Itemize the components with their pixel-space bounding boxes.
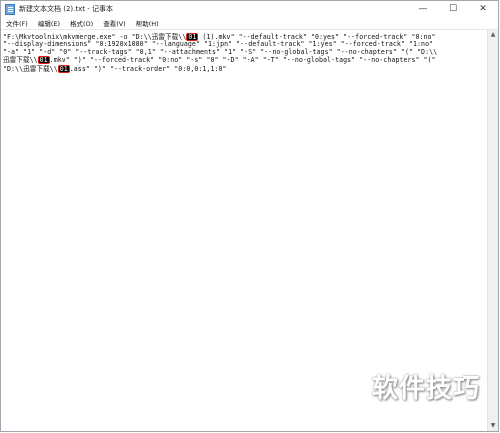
maximize-icon: ☐ <box>448 4 458 14</box>
menu-view[interactable]: 查看(V) <box>98 18 131 28</box>
title-bar[interactable]: 新建文本文档 (2).txt - 记事本 — ☐ ✕ <box>1 1 498 17</box>
window-controls: — ☐ ✕ <box>408 1 498 17</box>
text-segment: .mkv" ")" "--forced-track" "0:no" "-s" "… <box>49 56 436 65</box>
close-button[interactable]: ✕ <box>468 1 498 17</box>
text-segment: 迅雷下载\\ <box>3 56 38 65</box>
text-line: 迅雷下载\\ 01 .mkv" ")" "--forced-track" "0:no… <box>3 56 485 65</box>
minimize-icon: — <box>418 4 428 14</box>
text-segment: "D:\\迅雷下载\\ <box>3 64 58 73</box>
highlighted-episode-number: 01 <box>37 56 50 65</box>
highlighted-episode-number: 01 <box>57 64 70 73</box>
close-icon: ✕ <box>479 4 487 14</box>
menu-help[interactable]: 帮助(H) <box>131 18 164 28</box>
notepad-icon <box>5 3 15 15</box>
menu-format[interactable]: 格式(O) <box>65 18 98 28</box>
vertical-scrollbar[interactable]: ▲ ▼ <box>487 30 498 431</box>
text-segment: "-a" "1" "-d" "0" "--track-tags" "0,1" "… <box>3 47 438 56</box>
maximize-button[interactable]: ☐ <box>438 1 468 17</box>
menu-bar: 文件(F) 编辑(E) 格式(O) 查看(V) 帮助(H) <box>1 17 498 30</box>
scroll-up-icon[interactable]: ▲ <box>488 30 498 40</box>
menu-edit[interactable]: 编辑(E) <box>33 18 65 28</box>
text-line: "D:\\迅雷下载\\ 01 .ass" ")" "--track-order" "… <box>3 64 485 73</box>
menu-file[interactable]: 文件(F) <box>1 18 33 28</box>
window-title: 新建文本文档 (2).txt - 记事本 <box>19 5 113 13</box>
scroll-down-icon[interactable]: ▼ <box>488 421 498 431</box>
minimize-button[interactable]: — <box>408 1 438 17</box>
text-segment: .ass" ")" "--track-order" "0:0,0:1,1:0" <box>69 64 227 73</box>
watermark-text: 软件技巧 <box>371 374 480 404</box>
